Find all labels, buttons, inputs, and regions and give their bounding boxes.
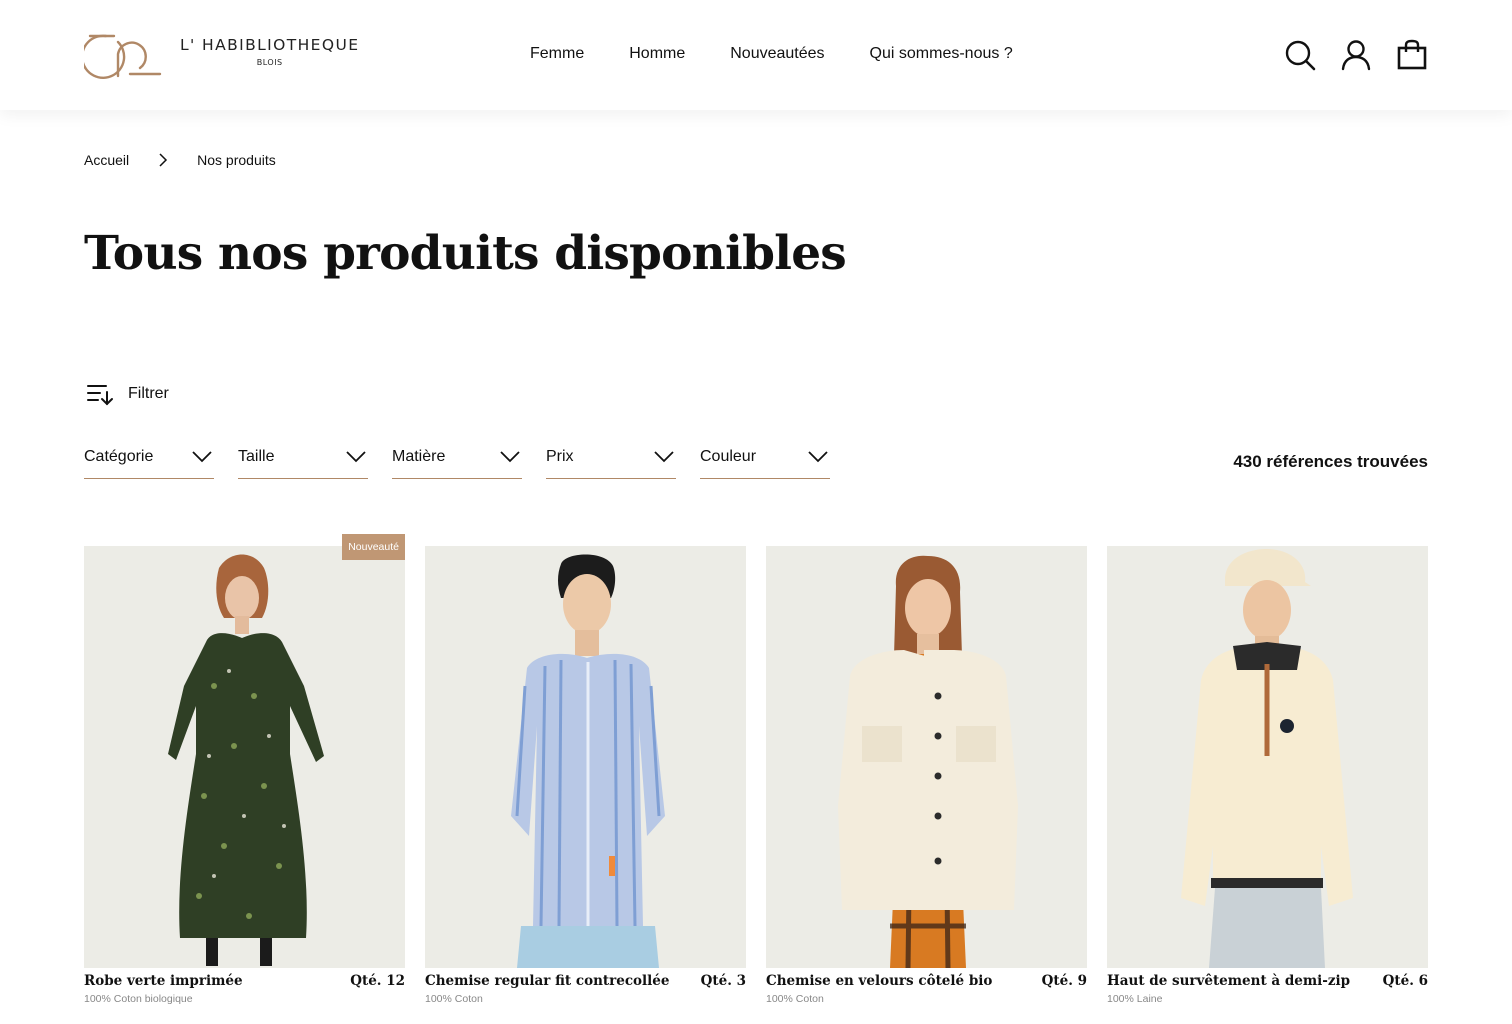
product-card[interactable]: Haut de survêtement à demi-zip Qté. 6 10…: [1107, 546, 1428, 1008]
product-name[interactable]: Haut de survêtement à demi-zip: [1107, 973, 1350, 989]
nav-item-homme[interactable]: Homme: [629, 45, 685, 63]
chevron-down-icon: [500, 451, 520, 463]
nav-item-nouveautees[interactable]: Nouveautées: [730, 45, 824, 63]
product-material: 100% Coton: [766, 993, 824, 1005]
results-count: 430 références trouvées: [1233, 452, 1428, 471]
product-image[interactable]: [766, 546, 1087, 968]
brand-logo-mark-icon: [84, 34, 162, 79]
dropdown-label: Catégorie: [84, 448, 154, 465]
chevron-down-icon: [654, 451, 674, 463]
brand-city: BLOIS: [256, 57, 283, 67]
nav-item-femme[interactable]: Femme: [530, 45, 584, 63]
product-card[interactable]: Chemise en velours côtelé bio Qté. 9 100…: [766, 546, 1087, 1008]
model-striped-shirt-illustration: [511, 554, 665, 968]
product-image[interactable]: [84, 546, 405, 968]
breadcrumb-home[interactable]: Accueil: [84, 152, 129, 168]
dropdown-categorie[interactable]: Catégorie: [84, 446, 214, 479]
product-quantity: Qté. 12: [350, 973, 405, 989]
brand-logo[interactable]: L' HABIBLIOTHEQUE BLOIS: [84, 30, 359, 80]
search-icon[interactable]: [1284, 39, 1316, 71]
product-image[interactable]: [425, 546, 746, 968]
sort-filter-icon: [87, 385, 113, 406]
chevron-down-icon: [192, 451, 212, 463]
chevron-right-icon: [159, 153, 168, 167]
product-quantity: Qté. 6: [1382, 973, 1428, 989]
product-card[interactable]: Nouveauté Robe verte imprimée Qté. 12 10…: [84, 534, 405, 1008]
breadcrumb: Accueil Nos produits: [84, 152, 276, 168]
model-floral-dress-illustration: [168, 554, 324, 966]
model-cord-shirt-illustration: [838, 555, 1018, 968]
product-material: 100% Laine: [1107, 993, 1163, 1005]
dropdown-label: Matière: [392, 448, 446, 465]
user-icon[interactable]: [1340, 39, 1372, 71]
product-quantity: Qté. 9: [1041, 973, 1087, 989]
brand-name: L' HABIBLIOTHEQUE: [180, 35, 360, 54]
dropdown-matiere[interactable]: Matière: [392, 446, 522, 479]
product-name[interactable]: Robe verte imprimée: [84, 973, 243, 989]
dropdown-couleur[interactable]: Couleur: [700, 446, 830, 479]
site-header: L' HABIBLIOTHEQUE BLOIS Femme Homme Nouv…: [0, 0, 1512, 110]
chevron-down-icon: [346, 451, 366, 463]
product-name[interactable]: Chemise en velours côtelé bio: [766, 973, 992, 989]
header-actions: [1260, 39, 1428, 71]
product-image[interactable]: [1107, 546, 1428, 968]
product-quantity: Qté. 3: [700, 973, 746, 989]
page-title: Tous nos produits disponibles: [84, 226, 847, 281]
product-material: 100% Coton biologique: [84, 993, 193, 1005]
new-badge: Nouveauté: [342, 534, 405, 560]
filter-label: Filtrer: [128, 385, 169, 402]
product-grid: Nouveauté Robe verte imprimée Qté. 12 10…: [84, 534, 1428, 1008]
chevron-down-icon: [808, 451, 828, 463]
dropdown-prix[interactable]: Prix: [546, 446, 676, 479]
shopping-bag-icon[interactable]: [1396, 39, 1428, 71]
filter-button[interactable]: Filtrer: [86, 382, 169, 406]
product-name[interactable]: Chemise regular fit contrecollée: [425, 973, 669, 989]
model-half-zip-illustration: [1181, 549, 1353, 968]
dropdown-taille[interactable]: Taille: [238, 446, 368, 479]
product-material: 100% Coton: [425, 993, 483, 1005]
filter-dropdowns: Catégorie Taille Matière Prix Couleur: [84, 446, 854, 479]
dropdown-label: Couleur: [700, 448, 757, 465]
product-card[interactable]: Chemise regular fit contrecollée Qté. 3 …: [425, 546, 746, 1008]
dropdown-label: Taille: [238, 448, 275, 465]
nav-item-qui-sommes-nous[interactable]: Qui sommes-nous ?: [870, 45, 1013, 63]
main-nav: Femme Homme Nouveautées Qui sommes-nous …: [530, 45, 1058, 63]
breadcrumb-current: Nos produits: [197, 152, 276, 168]
dropdown-label: Prix: [546, 448, 574, 465]
